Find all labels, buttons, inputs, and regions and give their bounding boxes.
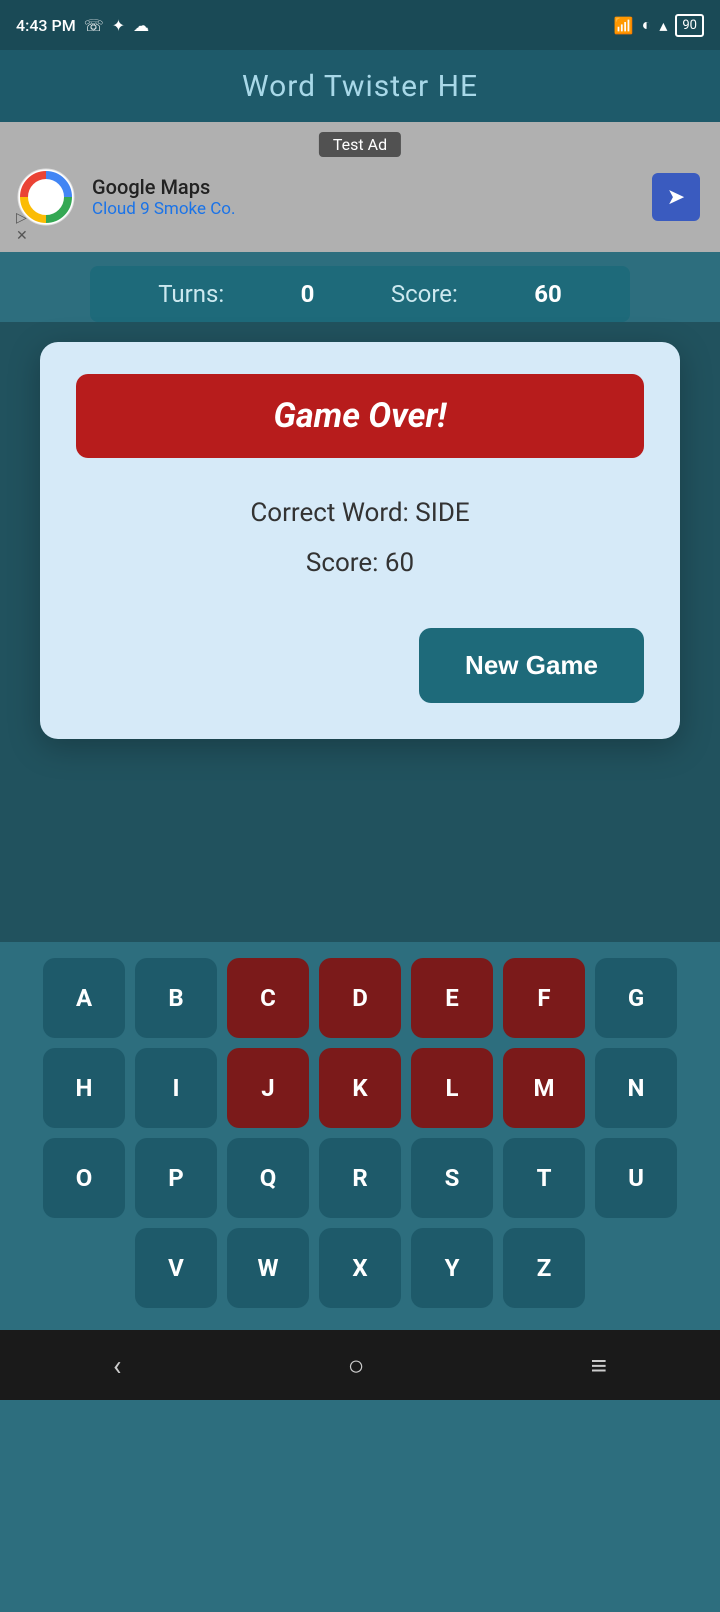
app-title: Word Twister HE [242, 69, 478, 104]
key-f[interactable]: F [503, 958, 585, 1038]
home-button[interactable]: ○ [348, 1349, 365, 1382]
game-over-banner: Game Over! [76, 374, 644, 458]
vibrate-icon: 📶 [614, 16, 634, 35]
cloud-icon: ☁ [133, 16, 149, 35]
ad-controls: ▷ ✕ [16, 210, 28, 244]
key-row-1: A B C D E F G [8, 958, 712, 1038]
dialog-score-text: Score: 60 [76, 548, 644, 578]
status-bar: 4:43 PM ☏ ✦ ☁ 📶 ◐ ▴ 90 [0, 0, 720, 50]
ad-play-icon: ▷ [16, 210, 28, 226]
key-o[interactable]: O [43, 1138, 125, 1218]
ad-banner: Test Ad Google Maps Cloud 9 Smoke Co. ➤ … [0, 122, 720, 252]
ad-label: Test Ad [319, 132, 401, 157]
keyboard-area: A B C D E F G H I J K L M N O P Q R S T … [0, 942, 720, 1330]
wifi-icon: ▴ [659, 16, 667, 35]
key-r[interactable]: R [319, 1138, 401, 1218]
key-row-4: V W X Y Z [8, 1228, 712, 1308]
usb-icon: ✦ [112, 16, 125, 35]
key-c[interactable]: C [227, 958, 309, 1038]
key-x[interactable]: X [319, 1228, 401, 1308]
score-label: Score: [391, 280, 458, 308]
key-b[interactable]: B [135, 958, 217, 1038]
key-i[interactable]: I [135, 1048, 217, 1128]
key-h[interactable]: H [43, 1048, 125, 1128]
turns-label: Turns: [158, 280, 224, 308]
game-over-dialog: Game Over! Correct Word: SIDE Score: 60 … [40, 342, 680, 739]
key-u[interactable]: U [595, 1138, 677, 1218]
key-a[interactable]: A [43, 958, 125, 1038]
key-k[interactable]: K [319, 1048, 401, 1128]
key-p[interactable]: P [135, 1138, 217, 1218]
key-s[interactable]: S [411, 1138, 493, 1218]
key-l[interactable]: L [411, 1048, 493, 1128]
signal-icon: ◐ [642, 15, 652, 35]
app-header: Word Twister HE [0, 50, 720, 122]
ad-arrow-icon[interactable]: ➤ [652, 173, 700, 221]
key-row-3: O P Q R S T U [8, 1138, 712, 1218]
battery-indicator: 90 [675, 14, 704, 37]
key-m[interactable]: M [503, 1048, 585, 1128]
status-right: 📶 ◐ ▴ 90 [614, 14, 704, 37]
ad-text: Google Maps Cloud 9 Smoke Co. [92, 175, 235, 219]
time: 4:43 PM [16, 16, 76, 35]
new-game-button[interactable]: New Game [419, 628, 644, 703]
key-t[interactable]: T [503, 1138, 585, 1218]
key-y[interactable]: Y [411, 1228, 493, 1308]
key-w[interactable]: W [227, 1228, 309, 1308]
key-d[interactable]: D [319, 958, 401, 1038]
ad-company-name: Google Maps [92, 175, 235, 199]
key-z[interactable]: Z [503, 1228, 585, 1308]
key-v[interactable]: V [135, 1228, 217, 1308]
key-n[interactable]: N [595, 1048, 677, 1128]
turns-value: 0 [301, 280, 315, 308]
key-g[interactable]: G [595, 958, 677, 1038]
modal-overlay: Game Over! Correct Word: SIDE Score: 60 … [0, 322, 720, 942]
key-j[interactable]: J [227, 1048, 309, 1128]
main-area: Game Over! Correct Word: SIDE Score: 60 … [0, 322, 720, 942]
key-q[interactable]: Q [227, 1138, 309, 1218]
bottom-nav: ‹ ○ ≡ [0, 1330, 720, 1400]
correct-word-text: Correct Word: SIDE [76, 498, 644, 528]
score-value: 60 [534, 280, 562, 308]
whatsapp-icon: ☏ [84, 16, 104, 35]
ad-subtitle: Cloud 9 Smoke Co. [92, 199, 235, 219]
menu-button[interactable]: ≡ [591, 1349, 607, 1382]
key-e[interactable]: E [411, 958, 493, 1038]
score-bar: Turns: 0 Score: 60 [90, 266, 630, 322]
key-row-2: H I J K L M N [8, 1048, 712, 1128]
status-left: 4:43 PM ☏ ✦ ☁ [16, 16, 149, 35]
ad-close-icon: ✕ [16, 228, 28, 244]
back-button[interactable]: ‹ [113, 1349, 121, 1382]
